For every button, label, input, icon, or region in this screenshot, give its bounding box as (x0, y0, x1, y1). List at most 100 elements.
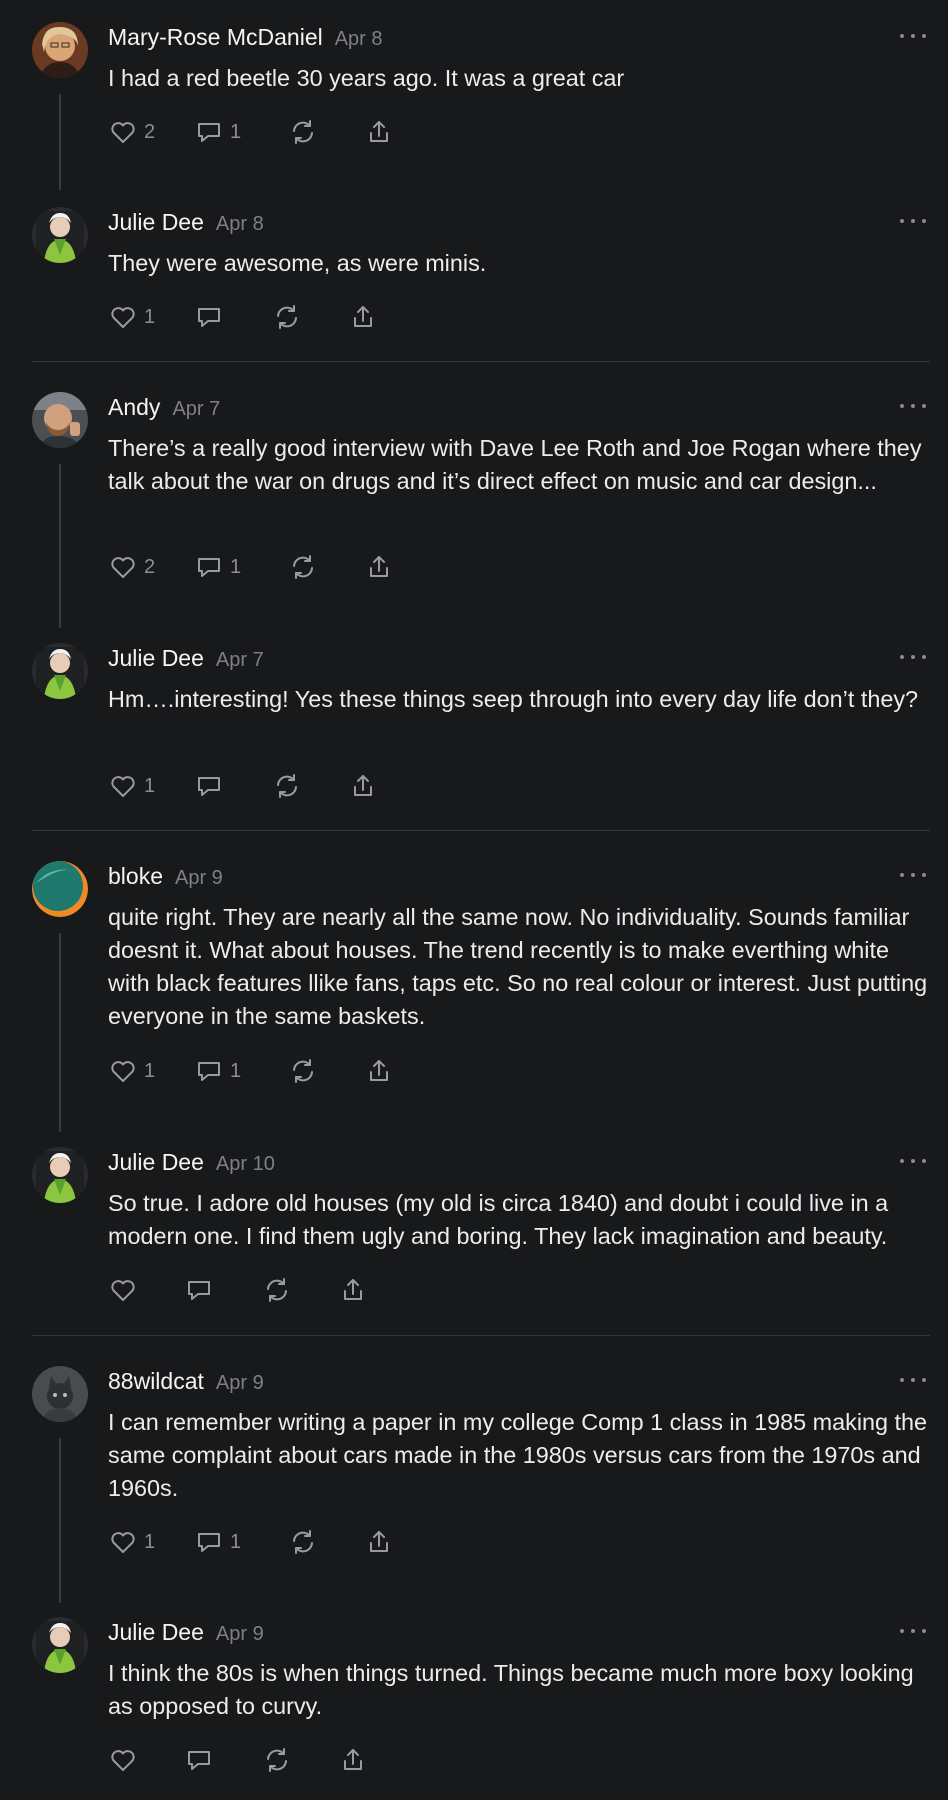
author-name[interactable]: bloke (108, 863, 163, 889)
restack-button[interactable] (288, 1527, 364, 1557)
dot (922, 219, 926, 223)
restack-button[interactable] (272, 302, 348, 332)
restack-button[interactable] (262, 1275, 338, 1305)
reply-button[interactable]: 1 (194, 117, 288, 147)
author-name[interactable]: Julie Dee (108, 645, 204, 671)
avatar[interactable] (32, 207, 88, 263)
dot (911, 1378, 915, 1382)
dot (900, 34, 904, 38)
like-count: 1 (144, 774, 156, 797)
dot (900, 1159, 904, 1163)
comment: bloke Apr 9 quite right. They are nearly a… (0, 861, 948, 1091)
restack-button[interactable] (272, 771, 348, 801)
reply-icon (194, 552, 224, 582)
like-button[interactable]: 1 (108, 302, 194, 332)
avatar[interactable] (32, 1147, 88, 1203)
author-name[interactable]: 88wildcat (108, 1368, 204, 1394)
reply-button[interactable]: 1 (194, 1056, 288, 1086)
reply-button[interactable]: 1 (194, 552, 288, 582)
more-options-button[interactable] (900, 32, 926, 40)
author-name[interactable]: Julie Dee (108, 1149, 204, 1175)
share-button[interactable] (338, 1745, 378, 1775)
restack-icon (288, 1056, 318, 1086)
reply-icon (194, 771, 224, 801)
more-options-button[interactable] (900, 217, 926, 225)
like-icon (108, 117, 138, 147)
like-button[interactable]: 1 (108, 1527, 194, 1557)
restack-icon (272, 302, 302, 332)
more-options-button[interactable] (900, 871, 926, 879)
like-button[interactable]: 1 (108, 1056, 194, 1086)
reply-icon (194, 117, 224, 147)
comment-date[interactable]: Apr 7 (172, 398, 220, 420)
share-button[interactable] (338, 1275, 378, 1305)
share-button[interactable] (364, 552, 404, 582)
reply-button[interactable] (194, 771, 272, 801)
more-options-button[interactable] (900, 1627, 926, 1635)
comment-header: Julie Dee Apr 8 (108, 209, 264, 236)
comment-text: So true. I adore old houses (my old is c… (108, 1190, 889, 1249)
reply-comment: Julie Dee Apr 7 Hm….interesting! Yes these… (0, 643, 948, 806)
restack-button[interactable] (288, 552, 364, 582)
comment-header: Julie Dee Apr 10 (108, 1149, 275, 1176)
share-button[interactable] (348, 771, 388, 801)
avatar[interactable] (32, 392, 88, 448)
avatar[interactable] (32, 643, 88, 699)
dot (911, 873, 915, 877)
like-button[interactable]: 1 (108, 771, 194, 801)
comment-header: Julie Dee Apr 7 (108, 645, 264, 672)
avatar[interactable] (32, 22, 88, 78)
comment-date[interactable]: Apr 10 (216, 1153, 275, 1175)
restack-button[interactable] (288, 117, 364, 147)
share-button[interactable] (348, 302, 388, 332)
reply-button[interactable] (184, 1745, 262, 1775)
reply-button[interactable]: 1 (194, 1527, 288, 1557)
dot (922, 1159, 926, 1163)
more-options-button[interactable] (900, 1376, 926, 1384)
dot (900, 404, 904, 408)
like-button[interactable]: 2 (108, 552, 194, 582)
dot (900, 1378, 904, 1382)
avatar[interactable] (32, 861, 88, 917)
share-button[interactable] (364, 1056, 404, 1086)
reply-button[interactable] (194, 302, 272, 332)
like-icon (108, 1527, 138, 1557)
dot (911, 655, 915, 659)
reply-button[interactable] (184, 1275, 262, 1305)
avatar[interactable] (32, 1617, 88, 1673)
like-button[interactable] (108, 1275, 184, 1305)
comment: Mary-Rose McDaniel Apr 8 I had a red beetl… (0, 22, 948, 152)
author-name[interactable]: Julie Dee (108, 1619, 204, 1645)
author-name[interactable]: Mary-Rose McDaniel (108, 24, 323, 50)
reply-count: 1 (230, 555, 242, 578)
restack-button[interactable] (262, 1745, 338, 1775)
comment-date[interactable]: Apr 9 (216, 1372, 264, 1394)
comment-date[interactable]: Apr 8 (335, 28, 383, 50)
more-options-button[interactable] (900, 1157, 926, 1165)
comment-date[interactable]: Apr 9 (216, 1623, 264, 1645)
comment-date[interactable]: Apr 7 (216, 649, 264, 671)
author-name[interactable]: Julie Dee (108, 209, 204, 235)
avatar[interactable] (32, 1366, 88, 1422)
restack-button[interactable] (288, 1056, 364, 1086)
comment-header: 88wildcat Apr 9 (108, 1368, 264, 1395)
comment-actions: 21 (108, 551, 404, 583)
like-button[interactable]: 2 (108, 117, 194, 147)
share-button[interactable] (364, 1527, 404, 1557)
reply-icon (184, 1275, 214, 1305)
comment-actions (108, 1744, 378, 1776)
comment-actions: 11 (108, 1526, 404, 1558)
reply-comment: Julie Dee Apr 10 So true. I adore old hous… (0, 1147, 948, 1310)
comment-date[interactable]: Apr 8 (216, 213, 264, 235)
like-count: 1 (144, 1530, 156, 1553)
author-name[interactable]: Andy (108, 394, 160, 420)
more-options-button[interactable] (900, 653, 926, 661)
comment-date[interactable]: Apr 9 (175, 867, 223, 889)
comment-actions (108, 1274, 378, 1306)
share-button[interactable] (364, 117, 404, 147)
more-options-button[interactable] (900, 402, 926, 410)
like-button[interactable] (108, 1745, 184, 1775)
comment-actions: 1 (108, 301, 388, 333)
reply-count: 1 (230, 1530, 242, 1553)
reply-icon (194, 1527, 224, 1557)
